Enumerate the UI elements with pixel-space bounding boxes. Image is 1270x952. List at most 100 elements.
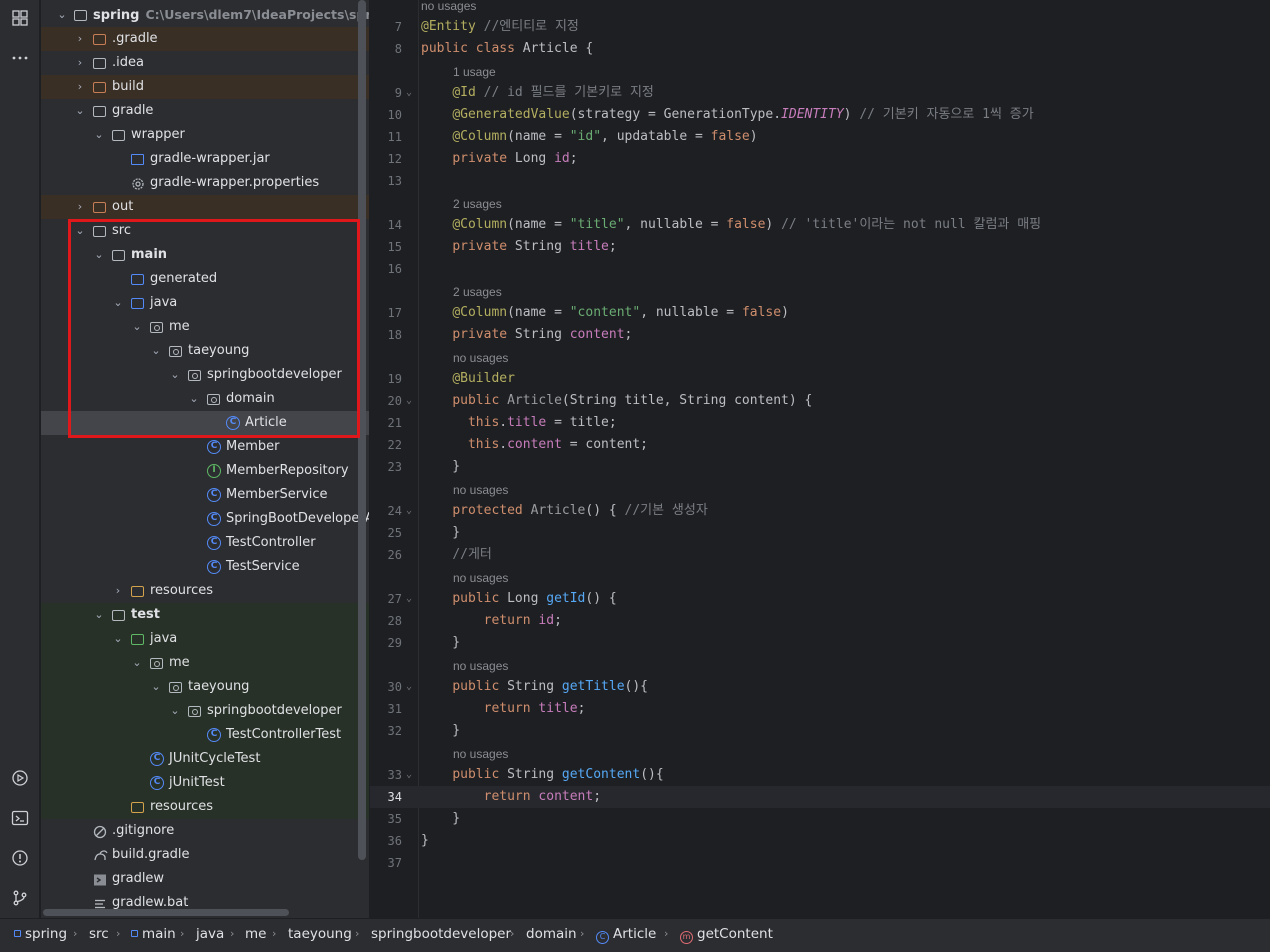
chevron-down-icon[interactable]: ⌄ bbox=[73, 99, 87, 123]
git-icon[interactable] bbox=[10, 888, 30, 908]
chevron-right-icon[interactable]: › bbox=[111, 579, 125, 603]
tree-item-me[interactable]: ⌄ me bbox=[41, 315, 369, 339]
usage-hint[interactable]: 2 usages bbox=[370, 281, 1270, 303]
breadcrumb-taeyoung[interactable]: taeyoung bbox=[288, 919, 352, 949]
chevron-right-icon[interactable]: › bbox=[73, 195, 87, 219]
usage-hint[interactable]: no usages bbox=[370, 567, 1270, 589]
chevron-right-icon[interactable]: › bbox=[73, 51, 87, 75]
tree-item-generated[interactable]: generated bbox=[41, 267, 369, 291]
chevron-right-icon[interactable]: › bbox=[73, 75, 87, 99]
code-line: 22 this.content = content; bbox=[387, 437, 648, 452]
chevron-down-icon[interactable]: ⌄ bbox=[168, 699, 182, 723]
code-line: 36} bbox=[387, 833, 429, 848]
tree-item-test-service[interactable]: C TestService bbox=[41, 555, 369, 579]
breadcrumb-main[interactable]: main bbox=[131, 919, 176, 949]
tree-item-out[interactable]: › out bbox=[41, 195, 369, 219]
tree-item-test-springbootdeveloper[interactable]: ⌄ springbootdeveloper bbox=[41, 699, 369, 723]
run-icon[interactable] bbox=[10, 768, 30, 788]
tree-item-test-controller[interactable]: C TestController bbox=[41, 531, 369, 555]
tree-item-label: gradle-wrapper.properties bbox=[150, 175, 320, 190]
chevron-down-icon[interactable]: ⌄ bbox=[149, 675, 163, 699]
fold-icon: ⌄ bbox=[406, 87, 413, 98]
chevron-down-icon[interactable]: ⌄ bbox=[92, 123, 106, 147]
tree-item-java[interactable]: ⌄ java bbox=[41, 291, 369, 315]
module-icon bbox=[131, 930, 138, 937]
breadcrumb-springbootdeveloper[interactable]: springbootdeveloper bbox=[371, 919, 511, 949]
tree-item-label: springbootdeveloper bbox=[207, 367, 342, 382]
tree-item-label: Member bbox=[226, 439, 280, 454]
usage-hint[interactable]: 2 usages bbox=[370, 193, 1270, 215]
tree-item-label: JUnitCycleTest bbox=[169, 751, 261, 766]
tree-item-article[interactable]: C Article bbox=[41, 411, 369, 435]
usage-hint[interactable]: no usages bbox=[370, 479, 1270, 501]
usage-hint[interactable]: no usages bbox=[370, 655, 1270, 677]
problems-icon[interactable] bbox=[10, 848, 30, 868]
code-line: 7 @Entity //엔티티로 지정 bbox=[394, 19, 579, 34]
usage-hint[interactable]: no usages bbox=[370, 743, 1270, 765]
tree-item-main[interactable]: ⌄ main bbox=[41, 243, 369, 267]
tree-item-gradlew[interactable]: gradlew bbox=[41, 867, 369, 891]
tree-item-idea[interactable]: › .idea bbox=[41, 51, 369, 75]
tree-item-gitignore[interactable]: .gitignore bbox=[41, 819, 369, 843]
breadcrumb-me[interactable]: me bbox=[245, 919, 266, 949]
tree-vertical-scrollbar[interactable] bbox=[358, 0, 366, 860]
tree-item-gradle[interactable]: ⌄ gradle bbox=[41, 99, 369, 123]
fold-icon: ⌄ bbox=[406, 593, 413, 604]
folder-icon bbox=[112, 130, 125, 141]
chevron-down-icon[interactable]: ⌄ bbox=[130, 651, 144, 675]
breadcrumb-getcontent[interactable]: m getContent bbox=[680, 919, 773, 949]
tree-item-gradle-wrapper-properties[interactable]: gradle-wrapper.properties bbox=[41, 171, 369, 195]
chevron-down-icon[interactable]: ⌄ bbox=[130, 315, 144, 339]
more-icon[interactable] bbox=[10, 48, 30, 68]
tree-item-gradle-wrapper-jar[interactable]: gradle-wrapper.jar bbox=[41, 147, 369, 171]
chevron-down-icon[interactable]: ⌄ bbox=[92, 603, 106, 627]
tree-item-label: me bbox=[169, 319, 190, 334]
tree-item-test-me[interactable]: ⌄ me bbox=[41, 651, 369, 675]
tree-item-root[interactable]: ⌄ spring C:\Users\dlem7\IdeaProjects\spri… bbox=[41, 3, 369, 27]
tree-item-resources[interactable]: › resources bbox=[41, 579, 369, 603]
chevron-down-icon[interactable]: ⌄ bbox=[111, 291, 125, 315]
chevron-down-icon[interactable]: ⌄ bbox=[92, 243, 106, 267]
tree-item-test[interactable]: ⌄ test bbox=[41, 603, 369, 627]
tree-item-build-gradle[interactable]: build.gradle bbox=[41, 843, 369, 867]
chevron-right-icon[interactable]: › bbox=[73, 27, 87, 51]
tree-item-build[interactable]: › build bbox=[41, 75, 369, 99]
tree-item-wrapper[interactable]: ⌄ wrapper bbox=[41, 123, 369, 147]
tree-horizontal-scrollbar[interactable] bbox=[43, 909, 289, 916]
tree-item-junit-test[interactable]: C jUnitTest bbox=[41, 771, 369, 795]
tree-item-taeyoung[interactable]: ⌄ taeyoung bbox=[41, 339, 369, 363]
tree-item-test-taeyoung[interactable]: ⌄ taeyoung bbox=[41, 675, 369, 699]
breadcrumb-spring[interactable]: spring bbox=[14, 919, 67, 949]
chevron-down-icon[interactable]: ⌄ bbox=[187, 387, 201, 411]
tree-item-springbootdeveloper[interactable]: ⌄ springbootdeveloper bbox=[41, 363, 369, 387]
tree-item-junit-cycle-test[interactable]: C JUnitCycleTest bbox=[41, 747, 369, 771]
breadcrumb-src[interactable]: src bbox=[89, 919, 109, 949]
tree-item-test-resources[interactable]: resources bbox=[41, 795, 369, 819]
breadcrumb-domain[interactable]: domain bbox=[526, 919, 577, 949]
tree-item-springbootdeveloper-application[interactable]: C SpringBootDeveloperA bbox=[41, 507, 369, 531]
tree-item-member[interactable]: C Member bbox=[41, 435, 369, 459]
tree-item-label: TestController bbox=[226, 535, 316, 550]
chevron-down-icon[interactable]: ⌄ bbox=[73, 219, 87, 243]
usage-hint[interactable]: no usages bbox=[370, 347, 1270, 369]
chevron-down-icon[interactable]: ⌄ bbox=[55, 3, 69, 27]
code-editor[interactable]: no usages 7 @Entity //엔티티로 지정 8 public cla… bbox=[370, 0, 1270, 918]
tree-item-test-controller-test[interactable]: C TestControllerTest bbox=[41, 723, 369, 747]
tree-item-test-java[interactable]: ⌄ java bbox=[41, 627, 369, 651]
terminal-icon[interactable] bbox=[10, 808, 30, 828]
tree-item-member-service[interactable]: C MemberService bbox=[41, 483, 369, 507]
tree-item-member-repository[interactable]: I MemberRepository bbox=[41, 459, 369, 483]
project-icon[interactable] bbox=[10, 8, 30, 28]
usage-hint[interactable]: no usages bbox=[370, 0, 1270, 17]
breadcrumb-java[interactable]: java bbox=[196, 919, 224, 949]
chevron-down-icon[interactable]: ⌄ bbox=[111, 627, 125, 651]
chevron-down-icon[interactable]: ⌄ bbox=[168, 363, 182, 387]
tree-item-domain[interactable]: ⌄ domain bbox=[41, 387, 369, 411]
tree-item-src[interactable]: ⌄ src bbox=[41, 219, 369, 243]
breadcrumb-article[interactable]: C Article bbox=[596, 919, 656, 949]
tree-item-label: generated bbox=[150, 271, 218, 286]
chevron-down-icon[interactable]: ⌄ bbox=[149, 339, 163, 363]
tree-item-gradle-dir[interactable]: › .gradle bbox=[41, 27, 369, 51]
usage-hint[interactable]: 1 usage bbox=[370, 61, 1270, 83]
class-icon: C bbox=[596, 931, 609, 944]
